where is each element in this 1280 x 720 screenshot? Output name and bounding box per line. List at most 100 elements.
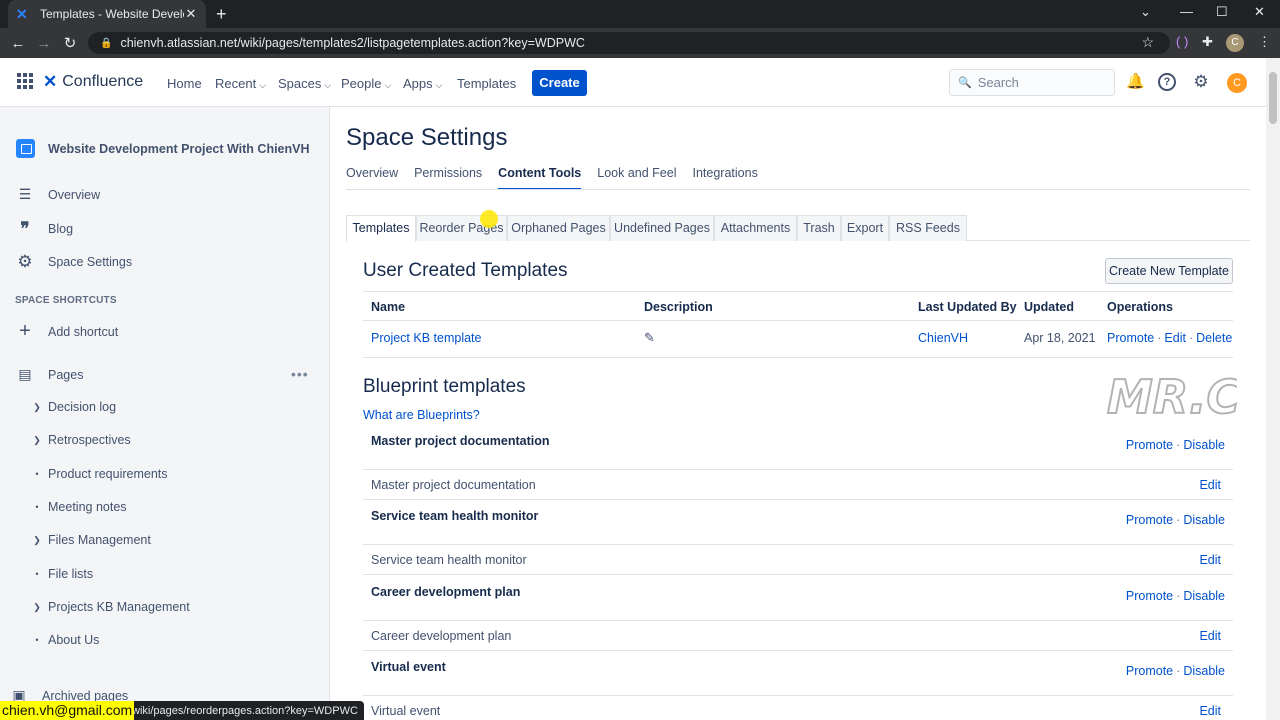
tree-item[interactable]: ❯ Files Management bbox=[32, 533, 151, 547]
page-scrollbar[interactable] bbox=[1266, 58, 1280, 720]
create-button[interactable]: Create bbox=[532, 70, 587, 96]
promote-link[interactable]: Promote bbox=[1126, 513, 1173, 527]
chevron-right-icon[interactable]: ❯ bbox=[32, 535, 42, 546]
app-switcher-icon[interactable] bbox=[17, 73, 33, 89]
edit-link[interactable]: Edit bbox=[1199, 478, 1221, 492]
nav-people-label: People bbox=[341, 76, 382, 91]
tab-look-and-feel[interactable]: Look and Feel bbox=[597, 166, 676, 190]
close-tab-icon[interactable]: ✕ bbox=[184, 6, 198, 22]
forward-icon[interactable]: → bbox=[31, 35, 57, 52]
help-icon[interactable]: ? bbox=[1158, 73, 1176, 91]
what-are-blueprints-link[interactable]: What are Blueprints? bbox=[363, 408, 480, 422]
edit-link[interactable]: Edit bbox=[1199, 704, 1221, 718]
blueprint-name: Virtual event bbox=[371, 704, 441, 718]
disable-link[interactable]: Disable bbox=[1183, 589, 1225, 603]
scrollbar-thumb[interactable] bbox=[1269, 72, 1277, 124]
sidebar-item-pages[interactable]: ▤ Pages bbox=[16, 366, 83, 383]
user-avatar[interactable]: C bbox=[1227, 73, 1247, 93]
tab-search-icon[interactable]: ⌄ bbox=[1140, 4, 1151, 20]
tree-item[interactable]: ❯ Decision log bbox=[32, 400, 116, 414]
tab-overview[interactable]: Overview bbox=[346, 166, 398, 190]
reload-icon[interactable]: ↻ bbox=[57, 34, 83, 52]
sidebar-item-label: Blog bbox=[48, 222, 74, 236]
tab-export[interactable]: Export bbox=[841, 215, 889, 241]
blueprint-group-title: Virtual event bbox=[371, 660, 446, 674]
blueprint-group-header: Service team health monitor Promote · Disa… bbox=[363, 507, 1233, 545]
confluence-logo[interactable]: ✕ Confluence bbox=[43, 72, 143, 92]
tree-item[interactable]: • File lists bbox=[32, 567, 93, 581]
chevron-right-icon[interactable]: ❯ bbox=[32, 402, 42, 413]
maximize-icon[interactable]: ☐ bbox=[1216, 4, 1228, 20]
back-icon[interactable]: ← bbox=[5, 35, 31, 52]
tree-item[interactable]: ❯ Projects KB Management bbox=[32, 600, 190, 614]
disable-link[interactable]: Disable bbox=[1183, 438, 1225, 452]
edit-link[interactable]: Edit bbox=[1164, 331, 1186, 345]
tab-rss-feeds[interactable]: RSS Feeds bbox=[889, 215, 967, 241]
separator: · bbox=[1176, 513, 1181, 527]
browser-menu-icon[interactable]: ⋮ bbox=[1258, 34, 1271, 50]
nav-spaces[interactable]: Spaces ⌵ bbox=[278, 76, 331, 91]
create-new-template-button[interactable]: Create New Template bbox=[1105, 258, 1233, 284]
tab-trash[interactable]: Trash bbox=[797, 215, 841, 241]
settings-gear-icon[interactable]: ⚙ bbox=[1192, 73, 1210, 91]
sidebar-item-blog[interactable]: ❞ Blog bbox=[16, 219, 73, 239]
promote-link[interactable]: Promote bbox=[1107, 331, 1154, 345]
promote-link[interactable]: Promote bbox=[1126, 438, 1173, 452]
nav-home[interactable]: Home bbox=[167, 76, 202, 91]
nav-recent[interactable]: Recent ⌵ bbox=[215, 76, 266, 91]
browser-tab[interactable]: ✕ Templates - Website Developme ✕ bbox=[8, 0, 206, 28]
updated-by-link[interactable]: ChienVH bbox=[918, 331, 968, 345]
add-shortcut-link[interactable]: + Add shortcut bbox=[16, 320, 118, 343]
delete-link[interactable]: Delete bbox=[1196, 331, 1232, 345]
bookmark-star-icon[interactable]: ☆ bbox=[1141, 34, 1154, 51]
promote-link[interactable]: Promote bbox=[1126, 589, 1173, 603]
sidebar-item-overview[interactable]: ☰ Overview bbox=[16, 186, 100, 203]
url-field[interactable]: 🔒 chienvh.atlassian.net/wiki/pages/templ… bbox=[88, 32, 1170, 54]
blueprint-row: Master project documentation Edit bbox=[363, 470, 1233, 500]
tree-item[interactable]: • About Us bbox=[32, 633, 99, 647]
disable-link[interactable]: Disable bbox=[1183, 664, 1225, 678]
space-header[interactable]: Website Development Project With ChienVH bbox=[16, 139, 310, 158]
minimize-icon[interactable]: — bbox=[1180, 4, 1193, 19]
puzzle-extensions-icon[interactable]: ✚ bbox=[1202, 34, 1213, 50]
edit-description-pencil-icon[interactable]: ✎ bbox=[644, 330, 655, 346]
extension-icon[interactable]: ( ) bbox=[1176, 34, 1188, 49]
tab-undefined-pages[interactable]: Undefined Pages bbox=[610, 215, 714, 241]
separator: · bbox=[1188, 331, 1194, 345]
sidebar-item-label: Overview bbox=[48, 187, 101, 202]
template-name-link[interactable]: Project KB template bbox=[371, 331, 481, 345]
tree-item[interactable]: ❯ Retrospectives bbox=[32, 433, 130, 447]
tree-item[interactable]: • Meeting notes bbox=[32, 500, 126, 514]
lock-icon: 🔒 bbox=[100, 37, 113, 49]
chevron-right-icon[interactable]: ❯ bbox=[32, 435, 42, 446]
sidebar-item-space-settings[interactable]: ⚙ Space Settings bbox=[16, 252, 132, 272]
space-shortcuts-heading: SPACE SHORTCUTS bbox=[15, 295, 117, 306]
browser-profile-avatar[interactable]: C bbox=[1226, 34, 1244, 52]
search-input[interactable]: 🔍 Search bbox=[949, 69, 1115, 96]
more-actions-icon[interactable]: ••• bbox=[291, 366, 309, 382]
new-tab-icon[interactable]: + bbox=[216, 4, 227, 25]
tab-attachments[interactable]: Attachments bbox=[714, 215, 797, 241]
tab-orphaned-pages[interactable]: Orphaned Pages bbox=[507, 215, 610, 241]
user-templates-heading: User Created Templates bbox=[363, 260, 568, 281]
edit-link[interactable]: Edit bbox=[1199, 629, 1221, 643]
nav-templates[interactable]: Templates bbox=[457, 76, 516, 91]
tab-integrations[interactable]: Integrations bbox=[693, 166, 758, 190]
promote-link[interactable]: Promote bbox=[1126, 664, 1173, 678]
nav-people[interactable]: People ⌵ bbox=[341, 76, 391, 91]
page-title: Space Settings bbox=[346, 124, 508, 151]
blueprint-row: Virtual event Edit bbox=[363, 696, 1233, 720]
tab-templates[interactable]: Templates bbox=[346, 215, 416, 242]
edit-link[interactable]: Edit bbox=[1199, 553, 1221, 567]
blueprint-name: Career development plan bbox=[371, 629, 512, 643]
notifications-icon[interactable]: 🔔 bbox=[1126, 73, 1145, 91]
tree-item-label: Product requirements bbox=[48, 467, 168, 481]
nav-apps[interactable]: Apps ⌵ bbox=[403, 76, 442, 91]
close-window-icon[interactable]: ✕ bbox=[1254, 4, 1265, 20]
tab-content-tools[interactable]: Content Tools bbox=[498, 166, 582, 190]
tree-item[interactable]: • Product requirements bbox=[32, 467, 168, 481]
chevron-right-icon[interactable]: ❯ bbox=[32, 602, 42, 613]
blueprint-group-header: Career development plan Promote · Disable bbox=[363, 583, 1233, 621]
tab-permissions[interactable]: Permissions bbox=[414, 166, 482, 190]
disable-link[interactable]: Disable bbox=[1183, 513, 1225, 527]
